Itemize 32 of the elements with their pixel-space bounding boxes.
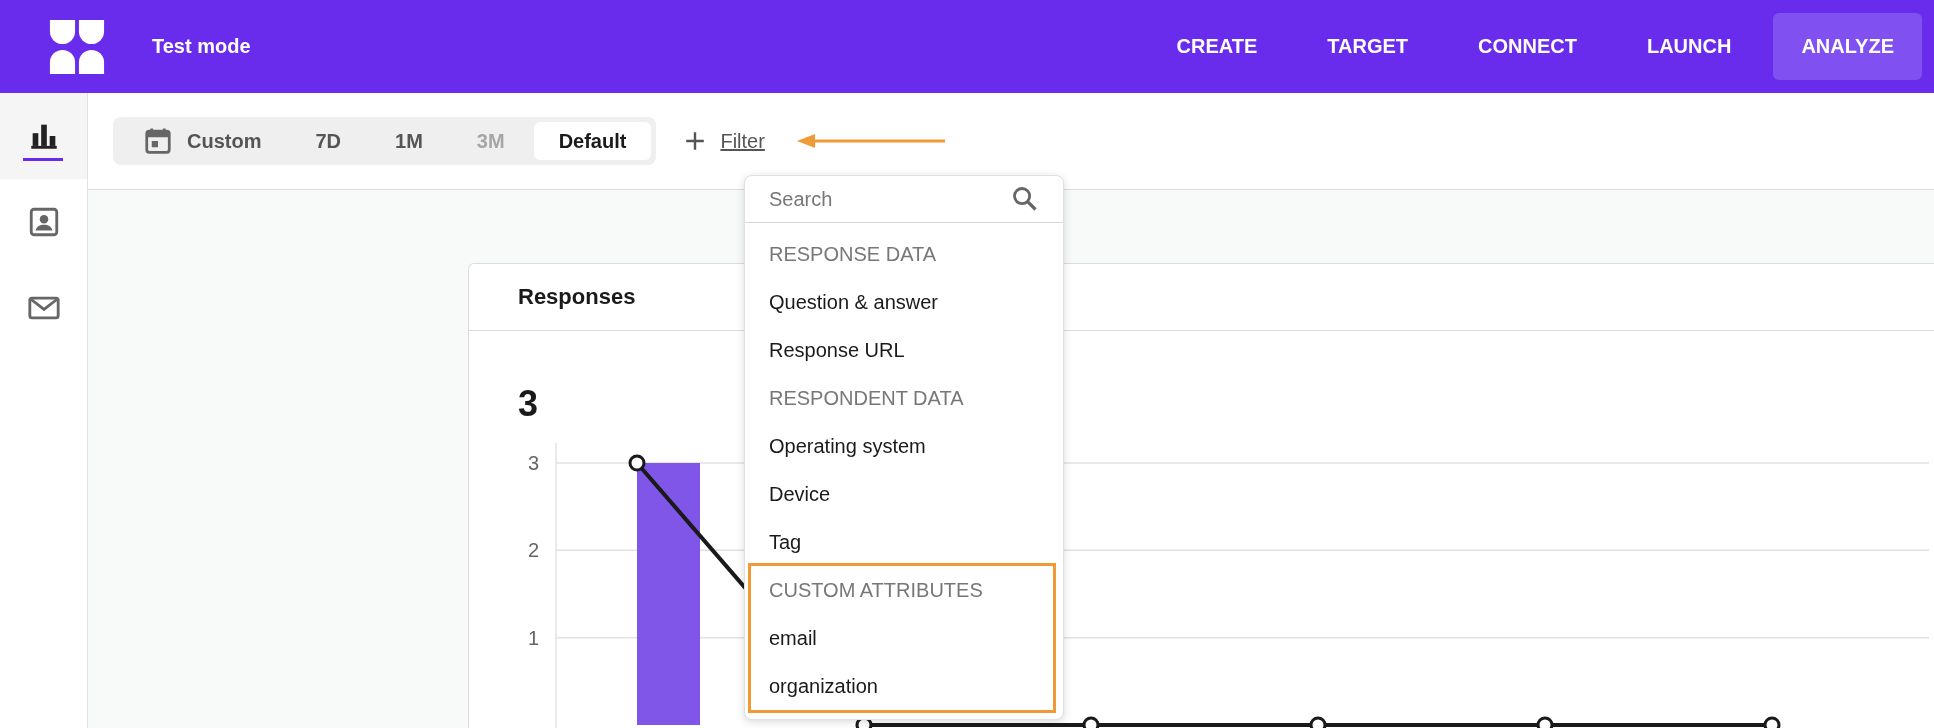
menu-item[interactable]: Tag (748, 518, 1056, 566)
section-heading: RESPONDENT DATA (768, 385, 965, 411)
section-heading: RESPONSE DATA (768, 241, 938, 267)
sidebar-item[interactable] (0, 93, 87, 179)
date-range-option[interactable]: 7D (290, 122, 367, 160)
card-title: Responses (518, 284, 636, 310)
y-tick-label: 3 (527, 452, 539, 474)
section-heading: CUSTOM ATTRIBUTES (768, 577, 984, 603)
menu-item[interactable]: Response URL (748, 326, 1056, 374)
plus-icon (684, 130, 707, 152)
search-icon (1011, 185, 1039, 213)
logo-icon (48, 17, 106, 76)
y-tick-label: 2 (527, 539, 539, 562)
menu-item[interactable]: Question & answer (748, 278, 1056, 326)
mode-label: Test mode (152, 35, 251, 58)
menu-item[interactable]: Operating system (748, 422, 1056, 470)
y-tick-label: 1 (527, 626, 539, 649)
menu-item[interactable]: email (748, 614, 1053, 662)
nav-tab[interactable]: TARGET (1299, 13, 1437, 80)
nav-tab[interactable]: LAUNCH (1618, 13, 1760, 80)
nav-tab[interactable]: CONNECT (1450, 13, 1605, 80)
date-range-option[interactable]: 1M (370, 122, 448, 160)
chart-point (628, 454, 646, 472)
date-range-option[interactable]: Custom (118, 122, 287, 160)
add-filter-link[interactable]: Filter (684, 129, 765, 153)
menu-item[interactable]: Device (748, 470, 1056, 518)
total-count: 3 (518, 383, 539, 425)
menu-item[interactable]: organization (748, 662, 1053, 710)
calendar-icon (143, 126, 173, 156)
date-range-option[interactable]: Default (533, 122, 652, 160)
nav-tab[interactable]: CREATE (1148, 13, 1286, 80)
nav-tab[interactable]: ANALYZE (1773, 13, 1922, 80)
